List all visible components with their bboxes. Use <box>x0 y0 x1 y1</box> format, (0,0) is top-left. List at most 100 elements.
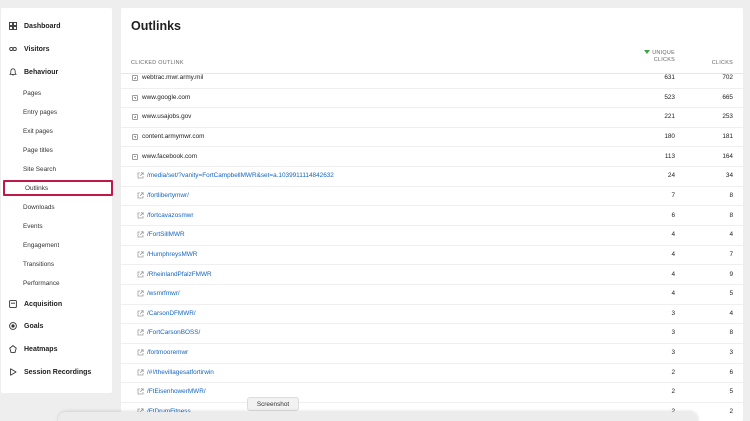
clicks-value: 3 <box>729 349 733 357</box>
sidebar-item-transitions[interactable]: Transitions <box>1 256 112 272</box>
clicks-value: 9 <box>729 270 733 278</box>
external-link-icon[interactable] <box>137 172 144 179</box>
column-header-clicked-outlink[interactable]: CLICKED OUTLINK <box>131 60 184 66</box>
sidebar-item-outlinks[interactable]: Outlinks <box>3 180 113 196</box>
table-row[interactable]: /fortmooremwr 3 3 <box>121 344 743 364</box>
sidebar-item-label: Behaviour <box>24 68 59 76</box>
outlink-url[interactable]: /wsmrfmwr/ <box>147 290 180 297</box>
sidebar-item-session-recordings[interactable]: Session Recordings <box>1 363 112 381</box>
external-link-icon[interactable] <box>137 349 144 356</box>
sidebar-item-goals[interactable]: Goals <box>1 317 112 335</box>
column-header-clicks[interactable]: CLICKS <box>712 60 733 66</box>
clicks-value: 181 <box>722 132 733 140</box>
sidebar-item-pages[interactable]: Pages <box>1 85 112 101</box>
sidebar-item-performance[interactable]: Performance <box>1 275 112 291</box>
outlink-url[interactable]: /fortmooremwr <box>147 349 188 356</box>
table-row[interactable]: content.armymwr.com 180 181 <box>121 128 743 148</box>
external-link-icon[interactable] <box>137 310 144 317</box>
clicks-value: 4 <box>729 309 733 317</box>
clicks-value: 665 <box>722 93 733 101</box>
collapse-icon[interactable] <box>132 153 138 160</box>
expand-icon[interactable] <box>132 114 138 121</box>
table-row[interactable]: /HumphreysMWR 4 7 <box>121 246 743 266</box>
external-link-icon[interactable] <box>137 251 144 258</box>
table-row[interactable]: www.facebook.com 113 164 <box>121 148 743 168</box>
outlinks-card: Outlinks CLICKED OUTLINK UNIQUE CLICKS C… <box>121 8 743 421</box>
unique-clicks-value: 6 <box>671 211 675 219</box>
sidebar-item-label: Exit pages <box>23 127 53 135</box>
outlink-url[interactable]: /media/set/?vanity=FortCampbellMWR&set=a… <box>147 172 334 179</box>
external-link-icon[interactable] <box>137 270 144 278</box>
sidebar-item-page-titles[interactable]: Page titles <box>1 142 112 158</box>
outlink-url[interactable]: /HumphreysMWR <box>147 251 197 258</box>
table-row[interactable]: /CarsonDFMWR/3 4 <box>121 305 743 325</box>
unique-clicks-value: 3 <box>671 329 675 337</box>
visitors-icon <box>9 45 17 53</box>
sidebar-item-events[interactable]: Events <box>1 218 112 234</box>
outlink-domain: www.usajobs.gov <box>142 113 192 121</box>
outlink-domain: webtrac.mwr.army.mil <box>142 74 204 81</box>
sidebar-item-exit-pages[interactable]: Exit pages <box>1 123 112 139</box>
table-row[interactable]: /media/set/?vanity=FortCampbellMWR&set=a… <box>121 167 743 187</box>
table-row[interactable]: /FortCarsonBOSS/3 8 <box>121 324 743 344</box>
table-row[interactable]: /fortlibertymwr/7 8 <box>121 187 743 207</box>
sidebar-item-entry-pages[interactable]: Entry pages <box>1 104 112 120</box>
clicks-value: 34 <box>725 172 733 180</box>
sidebar-item-downloads[interactable]: Downloads <box>1 199 112 215</box>
external-link-icon[interactable] <box>137 211 144 219</box>
outlink-url[interactable]: /FortCarsonBOSS/ <box>147 329 200 336</box>
external-link-icon[interactable] <box>137 369 144 376</box>
sidebar-item-dashboard[interactable]: Dashboard <box>1 17 112 35</box>
external-link-icon[interactable] <box>137 388 144 395</box>
sidebar-item-heatmaps[interactable]: Heatmaps <box>1 340 112 358</box>
table-row[interactable]: www.usajobs.gov 221 253 <box>121 108 743 128</box>
sidebar-item-site-search[interactable]: Site Search <box>1 161 112 177</box>
unique-clicks-value: 3 <box>671 349 675 357</box>
table-row[interactable]: /FtEisenhowerMWR/2 5 <box>121 383 743 403</box>
sidebar-item-behaviour[interactable]: Behaviour <box>1 63 112 81</box>
external-link-icon[interactable] <box>137 192 144 199</box>
outlink-url[interactable]: /CarsonDFMWR/ <box>147 310 196 317</box>
outlink-url[interactable]: /fortlibertymwr/ <box>147 192 189 199</box>
sidebar-item-visitors[interactable]: Visitors <box>1 40 112 58</box>
outlink-url[interactable]: /RheinlandPfalzFMWR <box>147 271 212 278</box>
outlink-url[interactable]: /fortcavazosmwr <box>147 212 194 219</box>
clicks-value: 5 <box>729 388 733 396</box>
outlink-url[interactable]: /FtEisenhowerMWR/ <box>147 388 206 395</box>
table-row[interactable]: /#!/thevillagesatfortirwin 2 6 <box>121 364 743 384</box>
sidebar-item-label: Pages <box>23 89 42 97</box>
screenshot-tooltip: Screenshot <box>247 397 299 411</box>
table-row[interactable]: /fortcavazosmwr 6 8 <box>121 207 743 227</box>
table-row[interactable]: /wsmrfmwr/4 5 <box>121 285 743 305</box>
unique-clicks-value: 4 <box>671 270 675 278</box>
external-link-icon[interactable] <box>137 231 144 238</box>
table-row[interactable]: /FortSillMWR 4 4 <box>121 226 743 246</box>
unique-clicks-value: 221 <box>664 113 675 121</box>
outlink-url[interactable]: /FortSillMWR <box>147 231 185 238</box>
table-row[interactable]: /RheinlandPfalzFMWR 4 9 <box>121 266 743 285</box>
external-link-icon[interactable] <box>137 329 144 336</box>
unique-clicks-value: 24 <box>667 172 675 180</box>
column-header-unique-clicks[interactable]: UNIQUE CLICKS <box>644 50 675 63</box>
column-header-line: UNIQUE <box>652 50 675 56</box>
clicks-value: 8 <box>729 211 733 219</box>
table-row[interactable]: www.google.com 523 665 <box>121 89 743 109</box>
clicks-value: 6 <box>729 368 733 376</box>
clicks-value: 7 <box>729 250 733 258</box>
outlink-domain: content.armymwr.com <box>142 132 205 140</box>
expand-icon[interactable] <box>132 94 138 101</box>
sidebar-item-engagement[interactable]: Engagement <box>1 237 112 253</box>
external-link-icon[interactable] <box>137 290 144 297</box>
unique-clicks-value: 631 <box>664 74 675 81</box>
sidebar-item-label: Site Search <box>23 165 57 173</box>
sidebar-item-label: Engagement <box>23 241 60 249</box>
sidebar-item-label: Page titles <box>23 146 53 154</box>
outlink-url[interactable]: /#!/thevillagesatfortirwin <box>147 369 214 376</box>
unique-clicks-value: 3 <box>671 309 675 317</box>
expand-icon[interactable] <box>132 133 138 140</box>
sidebar-item-acquisition[interactable]: Acquisition <box>1 295 112 313</box>
clicks-value: 8 <box>729 329 733 337</box>
expand-icon[interactable] <box>132 75 138 81</box>
sidebar-item-label: Events <box>23 222 43 230</box>
table-row[interactable]: webtrac.mwr.army.mil 631 702 <box>121 69 743 89</box>
